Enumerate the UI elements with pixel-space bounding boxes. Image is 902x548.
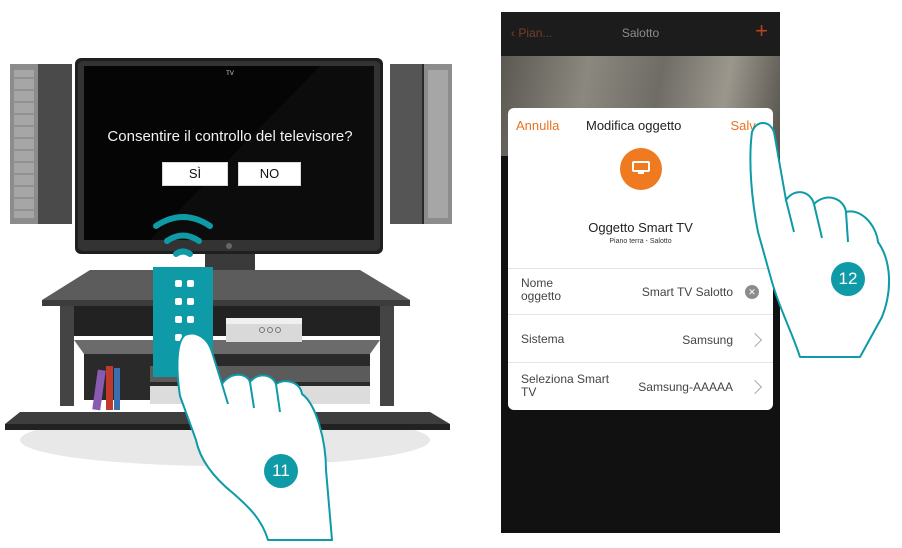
object-name-field[interactable]: Smart TV Salotto bbox=[642, 285, 733, 299]
row-label: Sistema bbox=[521, 332, 565, 346]
dialog-title: Modifica oggetto bbox=[586, 118, 682, 133]
left-speaker-grille bbox=[14, 70, 34, 218]
row-object-name[interactable]: Nome oggetto Smart TV Salotto ✕ bbox=[508, 268, 773, 315]
tv-prompt: Consentire il controllo del televisore? bbox=[107, 128, 353, 145]
system-value: Samsung bbox=[682, 333, 733, 347]
dialog-header: Annulla Modifica oggetto Salva bbox=[508, 116, 773, 136]
add-button[interactable]: + bbox=[755, 20, 768, 42]
step-badge-11: 11 bbox=[264, 454, 298, 488]
chevron-right-icon bbox=[747, 379, 763, 395]
tv-illustration bbox=[5, 58, 452, 541]
tv-no-button[interactable]: NO bbox=[238, 162, 301, 186]
step-badge-12: 12 bbox=[831, 262, 865, 296]
edit-object-dialog: Annulla Modifica oggetto Salva Oggetto S… bbox=[508, 108, 773, 410]
illustration-scene: TV Consentire il controllo del televisor… bbox=[0, 0, 902, 548]
object-location: Piano terra - Salotto bbox=[609, 238, 672, 245]
smart-tv-value: Samsung-AAAAA bbox=[638, 380, 733, 394]
cancel-button[interactable]: Annulla bbox=[516, 118, 559, 133]
row-select-smart-tv[interactable]: Seleziona Smart TV Samsung-AAAAA bbox=[508, 362, 773, 410]
phone-screen: ‹ Pian... Salotto + Annulla Modifica ogg… bbox=[501, 12, 780, 533]
hand-illustration-right bbox=[749, 122, 890, 358]
object-name: Oggetto Smart TV bbox=[588, 220, 693, 235]
tv-brand-label: TV bbox=[226, 71, 234, 77]
tv-yes-button[interactable]: SÌ bbox=[162, 162, 228, 186]
row-label: Nome oggetto bbox=[521, 276, 562, 303]
screen-title: Salotto bbox=[621, 26, 660, 40]
row-label: Seleziona Smart TV bbox=[521, 372, 610, 399]
object-icon-badge bbox=[620, 148, 662, 190]
row-system[interactable]: Sistema Samsung bbox=[508, 314, 773, 363]
tv-icon bbox=[632, 161, 650, 174]
top-nav-bar: ‹ Pian... Salotto + bbox=[501, 12, 780, 56]
